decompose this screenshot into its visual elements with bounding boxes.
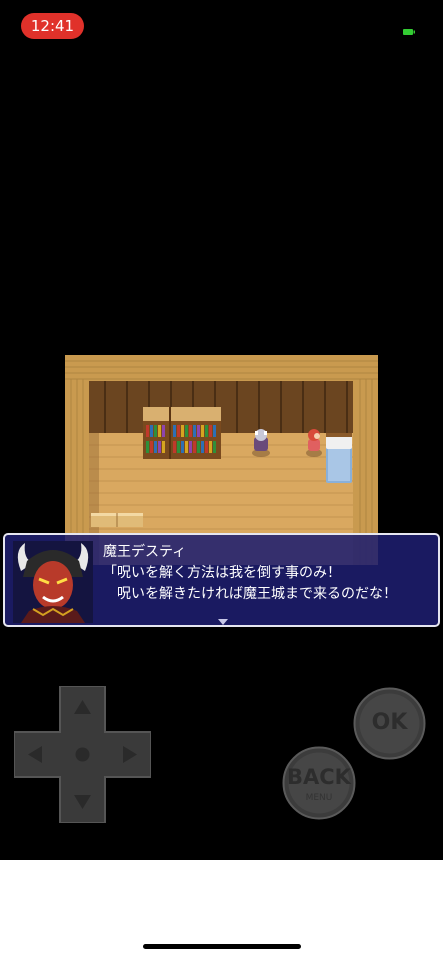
dialog-line-2: 呪いを解きたければ魔王城まで来るのだな！ xyxy=(117,586,397,602)
status-time: 12:41 xyxy=(21,13,84,39)
continue-arrow-icon[interactable] xyxy=(218,619,228,625)
crates xyxy=(91,513,143,527)
home-indicator[interactable] xyxy=(143,944,301,949)
status-bar: 12:41 xyxy=(0,0,443,50)
bookshelf xyxy=(143,407,221,459)
back-menu-button[interactable]: BACK MENU xyxy=(282,746,356,820)
bed xyxy=(326,433,352,483)
dialog-box[interactable]: 魔王デスティ 「呪いを解く方法は我を倒す事のみ！ 呪いを解きたければ魔王城まで来… xyxy=(3,533,440,627)
battery-icon xyxy=(403,29,415,35)
ok-button-label: OK xyxy=(371,710,408,735)
hero-character-sprite xyxy=(306,429,322,457)
bottom-area xyxy=(0,860,443,960)
speaker-name: 魔王デスティ xyxy=(103,544,187,560)
menu-button-sublabel: MENU xyxy=(305,793,333,803)
dpad-icon[interactable] xyxy=(14,686,151,823)
dialog-line-1: 「呪いを解く方法は我を倒す事のみ！ xyxy=(103,565,341,581)
ok-button[interactable]: OK xyxy=(353,687,426,760)
demon-lord-portrait xyxy=(13,541,93,623)
back-button-label: BACK xyxy=(287,765,351,789)
